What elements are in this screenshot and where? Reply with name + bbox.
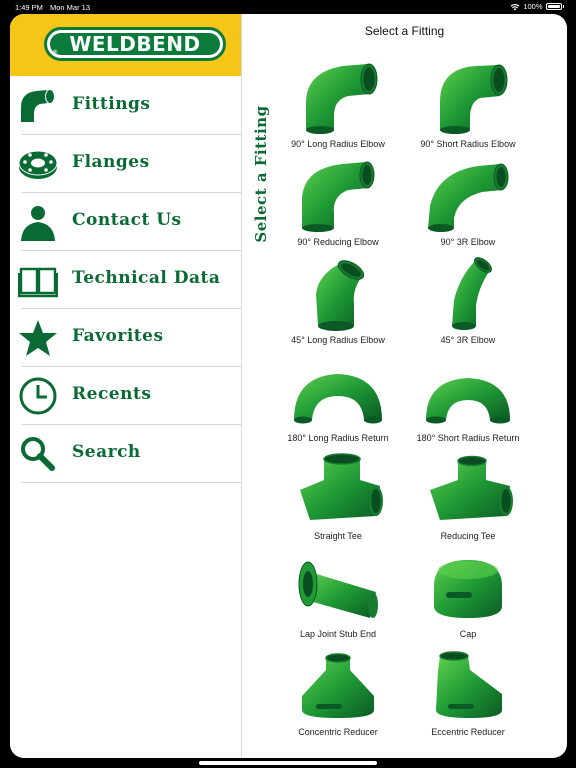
- fitting-tile[interactable]: 90° Short Radius Elbow: [403, 58, 533, 156]
- concentric-reducer-image: [302, 653, 374, 718]
- elbow-icon: [21, 89, 55, 122]
- wifi-icon: [510, 3, 520, 10]
- sidebar-item-recents[interactable]: Recents: [10, 367, 241, 425]
- straight-tee-image: [300, 453, 383, 520]
- fitting-name: 90° Reducing Elbow: [297, 237, 379, 247]
- app-screen: WELDBEND ® Fittings Flanges Contact Us T…: [10, 14, 567, 758]
- 180-short-radius-return-image: [426, 378, 510, 424]
- 45-long-radius-elbow-image: [316, 260, 365, 331]
- reducing-tee-image: [430, 455, 513, 520]
- fitting-name: Lap Joint Stub End: [299, 629, 377, 639]
- sidebar-item-search[interactable]: Search: [10, 425, 241, 483]
- sidebar-item-flanges[interactable]: Flanges: [10, 135, 241, 193]
- sidebar-item-contact-us[interactable]: Contact Us: [10, 193, 241, 251]
- fitting-name: Straight Tee: [314, 531, 362, 541]
- sidebar-item-label: Recents: [72, 384, 152, 404]
- sidebar-item-label: Flanges: [72, 152, 150, 172]
- fitting-name: 180° Short Radius Return: [416, 433, 520, 443]
- 90-3r-elbow-image: [428, 163, 509, 232]
- page-title: Select a Fitting: [364, 24, 445, 38]
- divider: [22, 482, 241, 483]
- fitting-tile[interactable]: 45° Long Radius Elbow: [273, 254, 403, 352]
- person-icon: [21, 206, 55, 241]
- fitting-tile[interactable]: Straight Tee: [273, 450, 403, 548]
- sidebar-item-favorites[interactable]: Favorites: [10, 309, 241, 367]
- star-icon: [19, 320, 57, 356]
- fitting-tile[interactable]: 90° 3R Elbow: [403, 156, 533, 254]
- magnifier-icon: [21, 437, 55, 471]
- eccentric-reducer-image: [436, 651, 502, 718]
- panel-divider: [241, 14, 242, 758]
- logo-registered-mark: ®: [53, 50, 58, 56]
- cap-image: [434, 560, 502, 618]
- lap-joint-stub-end-image: [298, 561, 378, 618]
- fitting-tile[interactable]: Reducing Tee: [403, 450, 533, 548]
- sidebar-item-label: Favorites: [72, 326, 164, 346]
- 90-short-radius-elbow-image: [440, 64, 508, 134]
- fitting-name: Reducing Tee: [440, 531, 496, 541]
- logo-text: WELDBEND: [50, 33, 220, 55]
- sidebar-item-label: Fittings: [72, 94, 151, 114]
- sidebar-nav: Fittings Flanges Contact Us Technical Da…: [10, 77, 241, 483]
- logo-bar: WELDBEND ®: [10, 14, 241, 76]
- status-date: Mon Mar 13: [50, 3, 91, 12]
- fitting-name: Cap: [459, 629, 477, 639]
- 90-long-radius-elbow-image: [306, 63, 378, 134]
- fitting-tile[interactable]: 180° Short Radius Return: [403, 352, 533, 450]
- sidebar-item-technical-data[interactable]: Technical Data: [10, 251, 241, 309]
- fitting-name: Eccentric Reducer: [431, 727, 505, 737]
- home-indicator[interactable]: [199, 761, 377, 765]
- fitting-name: 90° Long Radius Elbow: [291, 139, 385, 149]
- fitting-name: Concentric Reducer: [298, 727, 378, 737]
- flange-icon: [18, 150, 58, 179]
- 180-long-radius-return-image: [294, 374, 382, 424]
- fitting-tile[interactable]: 90° Reducing Elbow: [273, 156, 403, 254]
- battery-tip: [562, 5, 564, 8]
- fitting-tile[interactable]: 45° 3R Elbow: [403, 254, 533, 352]
- status-bar: 1:49 PM Mon Mar 13 100%: [0, 0, 576, 14]
- battery-icon: [545, 3, 562, 10]
- fitting-name: 45° Long Radius Elbow: [291, 335, 385, 345]
- fitting-tile[interactable]: Concentric Reducer: [273, 646, 403, 744]
- fitting-tile[interactable]: Lap Joint Stub End: [273, 548, 403, 646]
- sidebar-item-label: Contact Us: [72, 210, 182, 230]
- sidebar-item-label: Search: [72, 442, 141, 462]
- status-right: 100%: [510, 2, 564, 11]
- battery-percent: 100%: [523, 2, 543, 11]
- fitting-tile[interactable]: Cap: [403, 548, 533, 646]
- 45-3r-elbow-image: [452, 257, 492, 330]
- vertical-section-title: Select a Fitting: [252, 105, 270, 243]
- fitting-name: 90° Short Radius Elbow: [420, 139, 516, 149]
- weldbend-logo: WELDBEND ®: [44, 27, 226, 61]
- book-icon: [18, 267, 58, 298]
- fitting-name: 90° 3R Elbow: [440, 237, 496, 247]
- sidebar-item-fittings[interactable]: Fittings: [10, 77, 241, 135]
- fitting-tile[interactable]: 90° Long Radius Elbow: [273, 58, 403, 156]
- fitting-tile[interactable]: 180° Long Radius Return: [273, 352, 403, 450]
- 90-reducing-elbow-image: [302, 161, 375, 232]
- sidebar-item-label: Technical Data: [72, 268, 221, 288]
- sidebar: WELDBEND ® Fittings Flanges Contact Us T…: [10, 14, 241, 758]
- fitting-name: 45° 3R Elbow: [440, 335, 496, 345]
- clock-icon: [19, 377, 57, 415]
- status-time: 1:49 PM: [15, 3, 43, 12]
- fitting-tile[interactable]: Eccentric Reducer: [403, 646, 533, 744]
- fitting-name: 180° Long Radius Return: [287, 433, 389, 443]
